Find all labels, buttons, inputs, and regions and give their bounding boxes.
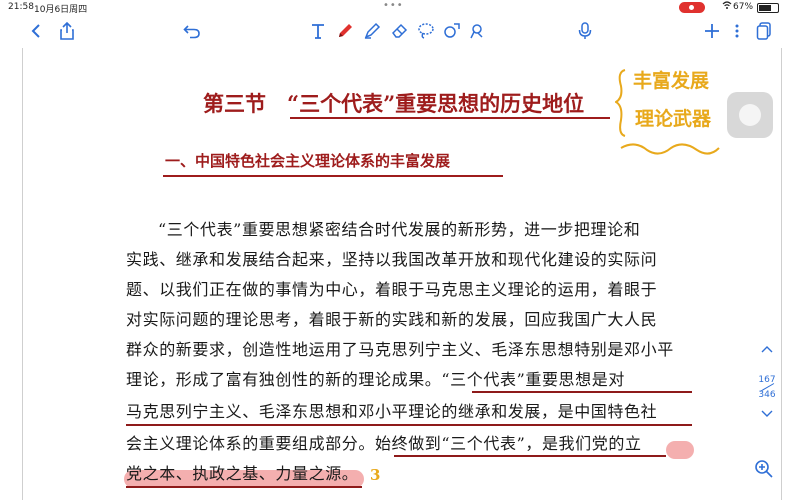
lasso-icon[interactable] (414, 20, 438, 42)
highlight-stroke (666, 441, 694, 459)
title-underline (290, 117, 610, 119)
share-icon[interactable] (55, 20, 79, 42)
image-icon[interactable] (466, 20, 490, 42)
body-line: 题、以我们正在做的事情为中心，着眼于马克思主义理论的运用，着眼于 (126, 280, 658, 299)
highlighter-icon[interactable] (360, 20, 384, 42)
add-icon[interactable] (700, 20, 724, 42)
more-icon[interactable] (725, 20, 749, 42)
ink-underline (472, 391, 692, 393)
battery-icon (757, 3, 779, 13)
pages-icon[interactable] (752, 20, 776, 42)
zoom-icon[interactable] (754, 459, 776, 481)
ink-underline (126, 424, 692, 426)
page-down-icon[interactable] (752, 410, 782, 421)
ink-underline (126, 486, 362, 488)
eraser-icon[interactable] (388, 20, 412, 42)
screen-recording-icon[interactable] (679, 2, 705, 13)
status-bar: 21:58 10月6日周四 ••• 67% (0, 0, 800, 15)
ink-underline (394, 455, 666, 457)
multitask-dots[interactable]: ••• (383, 0, 404, 11)
section-underline (163, 175, 503, 177)
shapes-icon[interactable] (440, 20, 464, 42)
handwritten-note-3: 3 (370, 466, 381, 484)
body-line: 党之本、执政之基、力量之源。 (126, 464, 359, 483)
text-icon[interactable] (306, 20, 330, 42)
floating-tool-button[interactable] (727, 92, 773, 138)
status-time: 21:58 (8, 2, 34, 12)
toolbar (0, 14, 800, 48)
pen-icon[interactable] (333, 20, 357, 42)
section-heading: 一、中国特色社会主义理论体系的丰富发展 (165, 152, 451, 170)
battery-level-fill (759, 5, 771, 11)
body-line: 会主义理论体系的重要组成部分。始终做到“三个代表”，是我们党的立 (126, 434, 642, 453)
mic-icon[interactable] (573, 20, 597, 42)
body-line: “三个代表”重要思想紧密结合时代发展的新形势，进一步把理论和 (158, 220, 641, 239)
handwritten-note-2: 理论武器 (635, 108, 712, 130)
battery-percent: 67% (733, 2, 754, 12)
back-icon[interactable] (24, 20, 48, 42)
body-line: 群众的新要求，创造性地运用了马克思列宁主义、毛泽东思想特别是邓小平 (126, 340, 674, 359)
body-line: 实践、继承和发展结合起来，坚持以我国改革开放和现代化建设的实际问 (126, 250, 658, 269)
body-line: 理论，形成了富有独创性的新的理论成果。“三个代表”重要思想是对 (126, 370, 625, 389)
wifi-icon (722, 1, 732, 13)
current-page: 167 (758, 375, 776, 385)
page-navigator[interactable]: 167 346 (752, 345, 782, 435)
page-title: 第三节 “三个代表”重要思想的历史地位 (203, 91, 585, 116)
body-line: 对实际问题的理论思考，着眼于新的实践和新的发展，回应我国广大人民 (126, 310, 658, 329)
undo-icon[interactable] (180, 20, 204, 42)
page-up-icon[interactable] (752, 345, 782, 361)
handwritten-note-1: 丰富发展 (633, 70, 710, 92)
body-line: 马克思列宁主义、毛泽东思想和邓小平理论的继承和发展，是中国特色社 (126, 402, 658, 421)
total-pages: 346 (758, 390, 776, 400)
